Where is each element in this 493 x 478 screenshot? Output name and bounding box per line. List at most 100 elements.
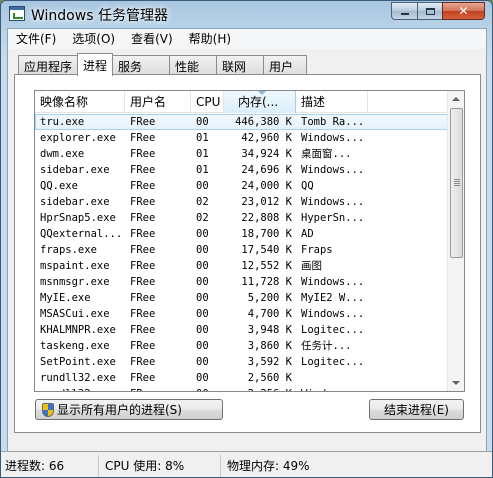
process-row[interactable]: tru.exe FRee 00 446,380 K Tomb Ra...: [35, 114, 448, 130]
process-row[interactable]: fraps.exe FRee 00 17,540 K Fraps: [35, 242, 448, 258]
close-button[interactable]: ✕: [442, 2, 485, 20]
process-row[interactable]: QQexternal... FRee 00 18,700 K AD: [35, 226, 448, 242]
cell-cpu: 00: [196, 180, 209, 192]
process-row[interactable]: mspaint.exe FRee 00 12,552 K 画图: [35, 258, 448, 274]
cell-image-name: QQ.exe: [40, 180, 78, 192]
cell-image-name: HprSnap5.exe: [40, 212, 116, 224]
process-row[interactable]: msnmsgr.exe FRee 00 11,728 K Windows...: [35, 274, 448, 290]
process-row[interactable]: MSASCui.exe FRee 00 4,700 K Windows...: [35, 306, 448, 322]
cell-user-name: FRee: [130, 292, 156, 304]
column-image-name[interactable]: 映像名称: [35, 91, 125, 113]
process-row[interactable]: KHALMNPR.exe FRee 00 3,948 K Logitec...: [35, 322, 448, 338]
cell-image-name: mspaint.exe: [40, 260, 110, 272]
cell-description: Windows...: [301, 308, 365, 320]
cell-memory: 2,256 K: [224, 386, 296, 391]
process-row[interactable]: MyIE.exe FRee 00 5,200 K MyIE2 W...: [35, 290, 448, 306]
cell-image-name: taskeng.exe: [40, 340, 110, 352]
cell-user-name: FRee: [130, 212, 156, 224]
cell-image-name: QQexternal...: [40, 228, 123, 240]
vertical-scrollbar[interactable]: [447, 91, 464, 391]
cell-description: 桌面窗...: [301, 148, 352, 160]
cell-memory: 5,200 K: [247, 292, 292, 304]
scroll-down-button[interactable]: [448, 375, 464, 391]
process-row[interactable]: explorer.exe FRee 01 42,960 K Windows...: [35, 130, 448, 146]
tab-users[interactable]: 用户: [263, 55, 308, 75]
cell-description: Logitec...: [301, 356, 365, 368]
show-all-users-button[interactable]: 显示所有用户的进程(S): [35, 399, 223, 420]
cell-user-name: FRee: [130, 148, 156, 160]
cell-image-name: sidebar.exe: [40, 164, 110, 176]
cell-image-name: SetPoint.exe: [40, 356, 116, 368]
cell-description: Windows...: [301, 132, 365, 144]
cell-cpu: 00: [196, 308, 209, 320]
process-row[interactable]: taskeng.exe FRee 00 3,860 K 任务计...: [35, 338, 448, 354]
cell-image-name: rundll32.exe: [40, 372, 116, 384]
cell-cpu: 02: [196, 196, 209, 208]
grip-icon: [454, 179, 460, 186]
cell-memory: 2,560 K: [247, 372, 292, 384]
cell-user-name: FRee: [130, 116, 156, 128]
cell-cpu: 00: [196, 340, 209, 352]
end-process-button[interactable]: 结束进程(E): [369, 399, 464, 420]
process-rows: tru.exe FRee 00 446,380 K Tomb Ra... explorer…: [35, 114, 448, 391]
tab-processes[interactable]: 进程: [77, 53, 114, 76]
cell-memory: 4,700 K: [247, 308, 292, 320]
cell-description: 画图: [301, 260, 322, 272]
close-icon: ✕: [458, 4, 469, 18]
cell-user-name: FRee: [130, 372, 156, 384]
process-row[interactable]: rundll32.exeFRee002,256 KWindows...: [35, 386, 448, 391]
scroll-up-button[interactable]: [448, 91, 464, 107]
status-physical-memory: 物理内存: 49%: [227, 459, 310, 473]
process-row[interactable]: QQ.exe FRee 00 24,000 K QQ: [35, 178, 448, 194]
cell-cpu: 00: [191, 386, 224, 391]
menu-view[interactable]: 查看(V): [123, 29, 181, 49]
menu-file[interactable]: 文件(F): [8, 29, 64, 49]
tab-performance[interactable]: 性能: [169, 55, 218, 75]
tab-applications[interactable]: 应用程序: [18, 55, 79, 75]
cell-cpu: 00: [196, 292, 209, 304]
tab-networking[interactable]: 联网: [216, 55, 265, 75]
process-list[interactable]: 映像名称 用户名 CPU 内存(... 描述 tru.exe FRee 00 446,…: [34, 90, 465, 392]
minimize-icon: [400, 13, 409, 15]
process-row[interactable]: rundll32.exe FRee 00 2,560 K: [35, 370, 448, 386]
show-all-users-label: 显示所有用户的进程(S): [57, 403, 182, 417]
cell-description: 任务计...: [301, 340, 352, 352]
menu-options[interactable]: 选项(O): [64, 29, 123, 49]
column-cpu[interactable]: CPU: [191, 91, 224, 113]
cell-cpu: 01: [196, 164, 209, 176]
task-manager-window: Windows 任务管理器 ✕ 文件(F) 选项(O) 查看(V) 帮助(H) …: [0, 0, 493, 478]
cell-image-name: msnmsgr.exe: [40, 276, 110, 288]
column-user-name[interactable]: 用户名: [125, 91, 191, 113]
status-bar: 进程数: 66 CPU 使用: 8% 物理内存: 49%: [1, 451, 492, 477]
process-row[interactable]: dwm.exe FRee 01 34,924 K 桌面窗...: [35, 146, 448, 162]
process-row[interactable]: HprSnap5.exe FRee 02 22,808 K HyperSn...: [35, 210, 448, 226]
column-description[interactable]: 描述: [296, 91, 368, 113]
scroll-down-icon: [452, 381, 460, 385]
column-memory[interactable]: 内存(...: [224, 91, 296, 113]
cell-description: Windows...: [301, 164, 365, 176]
cell-user-name: FRee: [130, 356, 156, 368]
status-cpu-usage: CPU 使用: 8%: [99, 455, 221, 477]
cell-cpu: 00: [196, 244, 209, 256]
menu-help[interactable]: 帮助(H): [181, 29, 239, 49]
cell-cpu: 01: [196, 148, 209, 160]
title-bar[interactable]: Windows 任务管理器 ✕: [1, 1, 492, 27]
maximize-button[interactable]: [417, 2, 442, 20]
cell-memory: 24,000 K: [241, 180, 292, 192]
cell-memory: 22,808 K: [241, 212, 292, 224]
task-manager-icon: [9, 6, 25, 21]
process-row[interactable]: sidebar.exe FRee 01 24,696 K Windows...: [35, 162, 448, 178]
tab-services[interactable]: 服务: [112, 55, 171, 75]
process-row[interactable]: sidebar.exe FRee 02 23,012 K Windows...: [35, 194, 448, 210]
client-area: 文件(F) 选项(O) 查看(V) 帮助(H) 应用程序 进程 服务 性能 联网…: [7, 28, 487, 452]
cell-memory: 34,924 K: [241, 148, 292, 160]
cell-user-name: FRee: [130, 132, 156, 144]
minimize-button[interactable]: [391, 2, 417, 20]
process-row[interactable]: SetPoint.exe FRee 00 3,592 K Logitec...: [35, 354, 448, 370]
cell-user-name: FRee: [130, 164, 156, 176]
cell-description: [296, 370, 368, 386]
cell-user-name: FRee: [130, 324, 156, 336]
cell-image-name: tru.exe: [40, 116, 85, 128]
scroll-thumb[interactable]: [450, 108, 463, 258]
cell-user-name: FRee: [130, 228, 156, 240]
